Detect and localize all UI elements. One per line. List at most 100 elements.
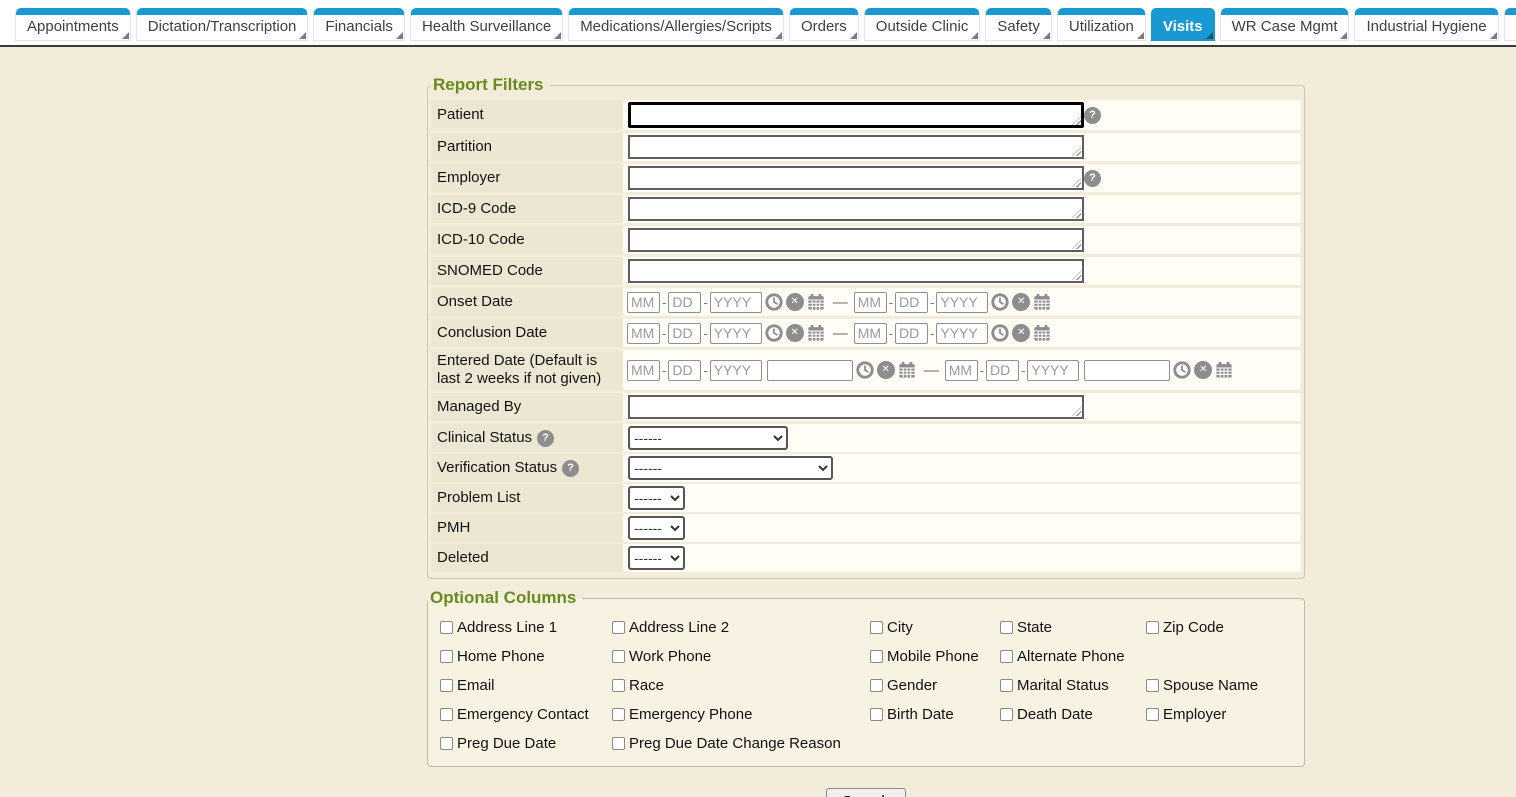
- optional-column-death-date[interactable]: Death Date: [1000, 704, 1146, 725]
- calendar-icon[interactable]: [898, 361, 916, 379]
- optional-column-home-phone[interactable]: Home Phone: [440, 646, 612, 667]
- checkbox-icon[interactable]: [870, 708, 883, 721]
- day-input[interactable]: [668, 360, 701, 381]
- month-input[interactable]: [854, 292, 887, 313]
- snomed-code-input[interactable]: [628, 259, 1084, 283]
- optional-column-address-line-1[interactable]: Address Line 1: [440, 617, 612, 638]
- search-button[interactable]: Search: [826, 788, 906, 797]
- optional-column-state[interactable]: State: [1000, 617, 1146, 638]
- month-input[interactable]: [945, 360, 978, 381]
- optional-column-preg-due-date-change-reason[interactable]: Preg Due Date Change Reason: [612, 733, 870, 754]
- checkbox-icon[interactable]: [1000, 621, 1013, 634]
- year-input[interactable]: [936, 323, 988, 344]
- calendar-icon[interactable]: [807, 324, 825, 342]
- help-icon[interactable]: ?: [537, 430, 554, 447]
- calendar-icon[interactable]: [1033, 293, 1051, 311]
- tab-utilization[interactable]: Utilization: [1057, 8, 1146, 41]
- help-icon[interactable]: ?: [1084, 107, 1101, 124]
- tab-industrial-hygiene[interactable]: Industrial Hygiene: [1354, 8, 1498, 41]
- optional-column-gender[interactable]: Gender: [870, 675, 1000, 696]
- tab-visits[interactable]: Visits: [1151, 8, 1215, 41]
- tab-safety[interactable]: Safety: [985, 8, 1052, 41]
- clock-icon[interactable]: [765, 293, 783, 311]
- checkbox-icon[interactable]: [612, 708, 625, 721]
- checkbox-icon[interactable]: [870, 621, 883, 634]
- clinical-status-select[interactable]: ------: [628, 426, 788, 450]
- checkbox-icon[interactable]: [612, 679, 625, 692]
- optional-column-preg-due-date[interactable]: Preg Due Date: [440, 733, 612, 754]
- checkbox-icon[interactable]: [870, 679, 883, 692]
- checkbox-icon[interactable]: [870, 650, 883, 663]
- optional-column-email[interactable]: Email: [440, 675, 612, 696]
- tab-financials[interactable]: Financials: [313, 8, 405, 41]
- year-input[interactable]: [710, 323, 762, 344]
- month-input[interactable]: [854, 323, 887, 344]
- clear-icon[interactable]: ✕: [786, 293, 804, 311]
- checkbox-icon[interactable]: [440, 650, 453, 663]
- optional-column-race[interactable]: Race: [612, 675, 870, 696]
- optional-column-mobile-phone[interactable]: Mobile Phone: [870, 646, 1000, 667]
- checkbox-icon[interactable]: [440, 679, 453, 692]
- day-input[interactable]: [895, 323, 928, 344]
- checkbox-icon[interactable]: [440, 708, 453, 721]
- help-icon[interactable]: ?: [1084, 170, 1101, 187]
- checkbox-icon[interactable]: [1000, 708, 1013, 721]
- day-input[interactable]: [668, 292, 701, 313]
- tab-health-surveillance[interactable]: Health Surveillance: [410, 8, 563, 41]
- optional-column-emergency-phone[interactable]: Emergency Phone: [612, 704, 870, 725]
- day-input[interactable]: [895, 292, 928, 313]
- icd-10-code-input[interactable]: [628, 228, 1084, 252]
- tab-medications-allergies-scripts[interactable]: Medications/Allergies/Scripts: [568, 8, 784, 41]
- deleted-select[interactable]: ------: [628, 546, 685, 570]
- clear-icon[interactable]: ✕: [1194, 361, 1212, 379]
- tab-hr-data-feed[interactable]: HR Data Feed: [1504, 8, 1516, 41]
- checkbox-icon[interactable]: [612, 737, 625, 750]
- clock-icon[interactable]: [991, 324, 1009, 342]
- year-input[interactable]: [1027, 360, 1079, 381]
- checkbox-icon[interactable]: [1000, 650, 1013, 663]
- optional-column-marital-status[interactable]: Marital Status: [1000, 675, 1146, 696]
- year-input[interactable]: [936, 292, 988, 313]
- clear-icon[interactable]: ✕: [786, 324, 804, 342]
- clear-icon[interactable]: ✕: [1012, 324, 1030, 342]
- clock-icon[interactable]: [1173, 361, 1191, 379]
- help-icon[interactable]: ?: [562, 460, 579, 477]
- optional-column-address-line-2[interactable]: Address Line 2: [612, 617, 870, 638]
- tab-outside-clinic[interactable]: Outside Clinic: [864, 8, 981, 41]
- optional-column-work-phone[interactable]: Work Phone: [612, 646, 870, 667]
- optional-column-employer[interactable]: Employer: [1146, 704, 1294, 725]
- checkbox-icon[interactable]: [440, 621, 453, 634]
- optional-column-birth-date[interactable]: Birth Date: [870, 704, 1000, 725]
- year-input[interactable]: [710, 292, 762, 313]
- month-input[interactable]: [627, 360, 660, 381]
- clock-icon[interactable]: [991, 293, 1009, 311]
- checkbox-icon[interactable]: [1146, 679, 1159, 692]
- calendar-icon[interactable]: [1215, 361, 1233, 379]
- optional-column-zip-code[interactable]: Zip Code: [1146, 617, 1294, 638]
- year-input[interactable]: [710, 360, 762, 381]
- day-input[interactable]: [668, 323, 701, 344]
- patient-input[interactable]: [628, 102, 1084, 128]
- clear-icon[interactable]: ✕: [877, 361, 895, 379]
- clock-icon[interactable]: [765, 324, 783, 342]
- calendar-icon[interactable]: [807, 293, 825, 311]
- checkbox-icon[interactable]: [612, 621, 625, 634]
- clock-icon[interactable]: [856, 361, 874, 379]
- partition-input[interactable]: [628, 135, 1084, 159]
- tab-dictation-transcription[interactable]: Dictation/Transcription: [136, 8, 309, 41]
- verification-status-select[interactable]: ------: [628, 456, 833, 480]
- pmh-select[interactable]: ------: [628, 516, 685, 540]
- icd-9-code-input[interactable]: [628, 197, 1084, 221]
- checkbox-icon[interactable]: [612, 650, 625, 663]
- optional-column-city[interactable]: City: [870, 617, 1000, 638]
- optional-column-alternate-phone[interactable]: Alternate Phone: [1000, 646, 1146, 667]
- calendar-icon[interactable]: [1033, 324, 1051, 342]
- tab-orders[interactable]: Orders: [789, 8, 859, 41]
- month-input[interactable]: [627, 323, 660, 344]
- problem-list-select[interactable]: ------: [628, 486, 685, 510]
- month-input[interactable]: [627, 292, 660, 313]
- managed-by-input[interactable]: [628, 395, 1084, 419]
- day-input[interactable]: [986, 360, 1019, 381]
- optional-column-emergency-contact[interactable]: Emergency Contact: [440, 704, 612, 725]
- checkbox-icon[interactable]: [1146, 621, 1159, 634]
